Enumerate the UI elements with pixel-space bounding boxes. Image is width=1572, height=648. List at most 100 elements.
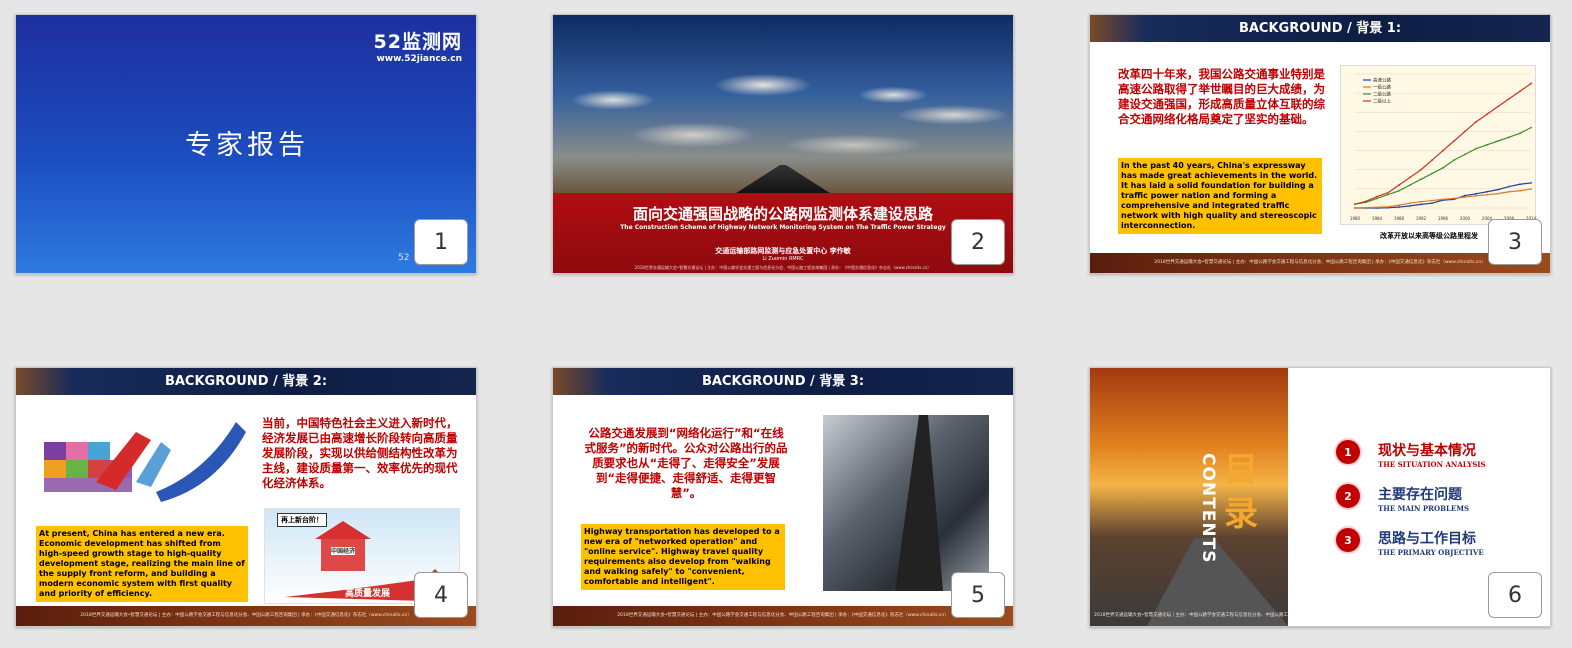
chart-point xyxy=(1464,196,1466,198)
slide-number-badge: 3 xyxy=(1488,219,1542,265)
chart-point xyxy=(1398,184,1400,186)
slide-footer-fragment: 52 xyxy=(398,253,410,263)
slide-header: BACKGROUND / 背景 2: xyxy=(16,368,476,395)
slide-header: BACKGROUND / 背景 3: xyxy=(553,368,1013,395)
chart-point xyxy=(1431,172,1433,175)
slide-footer: 2018世界交通运输大会•智慧交通论坛 | 主办：中国公路学会交通工程与信息化分… xyxy=(16,606,476,626)
slide-number-badge: 4 xyxy=(414,572,468,618)
body-text-zh: 当前，中国特色社会主义进入新时代，经济发展已由高速增长阶段转向高质量发展阶段，实… xyxy=(262,416,458,490)
chart-point xyxy=(1354,207,1356,209)
chart-point xyxy=(1497,140,1499,142)
chart-point xyxy=(1442,198,1444,201)
slide-thumbnail-2[interactable]: 面向交通强国战略的公路网监测体系建设思路 The Construction Sc… xyxy=(552,14,1014,274)
body-text-en: At present, China has entered a new era.… xyxy=(36,526,248,602)
chart-caption: 改革开放以来高等级公路里程发 xyxy=(1380,232,1478,240)
slide-thumbnail-1[interactable]: 52监测网 www.52jiance.cn 专家报告 52 1 xyxy=(15,14,477,274)
growth-chart-svg: 198019841988199219962000200420082014高速公路… xyxy=(1350,73,1537,221)
chart-point xyxy=(1508,185,1510,188)
toc-item-1[interactable]: 1 现状与基本情况 THE SITUATION ANALYSIS xyxy=(1336,440,1486,469)
chart-point xyxy=(1475,194,1477,197)
author-zh: 交通运输部路网监测与应急处置中心 李作敏 xyxy=(715,247,851,255)
puzzle-svg xyxy=(44,422,246,502)
slide-footer: 2018世界交通运输大会•智慧交通论坛 | 主办：中国公路学会交通工程与信息化分… xyxy=(1094,613,1288,618)
slide-thumbnail-3[interactable]: BACKGROUND / 背景 1: 改革四十年来，我国公路交通事业特别是高速公… xyxy=(1089,14,1551,274)
chart-legend-label: 二级以上 xyxy=(1373,98,1391,105)
toc-number: 1 xyxy=(1336,440,1360,464)
chart-point xyxy=(1398,206,1400,208)
chart-point xyxy=(1530,82,1532,85)
chart-point xyxy=(1431,199,1433,202)
growth-chart: 198019841988199219962000200420082014高速公路… xyxy=(1340,65,1537,225)
chart-point xyxy=(1464,153,1466,156)
chart-legend-label: 二级公路 xyxy=(1373,91,1391,98)
chart-point xyxy=(1486,193,1488,196)
chart-legend-label: 高速公路 xyxy=(1373,77,1391,84)
chart-point xyxy=(1376,195,1378,198)
body-text-zh: 改革四十年来，我国公路交通事业特别是高速公路取得了举世瞩目的巨大成绩，为建设交通… xyxy=(1118,67,1325,126)
chart-point xyxy=(1376,206,1378,209)
slide-title-zh: 面向交通强国战略的公路网监测体系建设思路 xyxy=(632,205,933,223)
toc-title-en: THE SITUATION ANALYSIS xyxy=(1378,460,1486,469)
chart-point xyxy=(1398,189,1400,192)
chart-point xyxy=(1464,130,1466,133)
chart-x-tick: 2000 xyxy=(1460,216,1471,221)
chart-point xyxy=(1365,206,1367,209)
slide-thumbnail-4[interactable]: BACKGROUND / 背景 2: 当前，中国特色社会主义进入新时代，经济发展… xyxy=(15,367,477,627)
slide-title: 专家报告 xyxy=(185,130,309,161)
chart-point xyxy=(1398,204,1400,207)
chart-point xyxy=(1497,105,1499,108)
chart-legend-label: 一级公路 xyxy=(1373,84,1391,91)
chart-x-tick: 1980 xyxy=(1350,216,1361,221)
slide-number-badge: 6 xyxy=(1488,572,1542,618)
chart-point xyxy=(1365,200,1367,203)
chart-point xyxy=(1420,200,1422,203)
chart-point xyxy=(1475,192,1477,195)
chart-point xyxy=(1409,176,1411,179)
chart-x-tick: 1984 xyxy=(1372,216,1383,221)
chart-point xyxy=(1464,194,1466,197)
house-sign: 中国经济 xyxy=(331,548,356,555)
mulu-title: 目录 xyxy=(1224,450,1258,534)
chart-point xyxy=(1497,188,1499,191)
chart-point xyxy=(1508,97,1510,100)
toc-item-2[interactable]: 2 主要存在问题 THE MAIN PROBLEMS xyxy=(1336,484,1469,513)
chart-point xyxy=(1431,202,1433,205)
slide-thumbnail-6[interactable]: CONTENTS 目录 1 现状与基本情况 THE SITUATION ANAL… xyxy=(1089,367,1551,627)
site-logo: 52监测网 www.52jiance.cn xyxy=(374,27,462,64)
chart-point xyxy=(1387,205,1389,208)
chart-point xyxy=(1519,90,1521,93)
slide-number-badge: 5 xyxy=(951,572,1005,618)
chart-point xyxy=(1530,188,1532,190)
chart-point xyxy=(1519,183,1521,186)
chart-point xyxy=(1497,192,1499,195)
chart-point xyxy=(1409,202,1411,205)
contents-label: CONTENTS xyxy=(1198,453,1218,564)
slide-footer: 2018世界交通运输大会•智慧交通论坛 | 主办：中国公路学会交通工程与信息化分… xyxy=(1090,253,1550,273)
toc-title-en: THE PRIMARY OBJECTIVE xyxy=(1378,548,1484,557)
chart-x-tick: 1992 xyxy=(1416,216,1427,221)
chart-point xyxy=(1420,178,1422,181)
chart-point xyxy=(1420,203,1422,206)
author-en: Li Zuomin RMRC xyxy=(762,256,804,262)
chart-point xyxy=(1387,193,1389,196)
chart-point xyxy=(1420,168,1422,171)
chart-point xyxy=(1354,203,1356,206)
chart-point xyxy=(1387,191,1389,194)
body-text-en: Highway transportation has developed to … xyxy=(581,524,785,590)
chart-point xyxy=(1409,204,1411,207)
toc-title-zh: 现状与基本情况 xyxy=(1378,443,1476,459)
chart-point xyxy=(1376,197,1378,200)
chart-x-tick: 1988 xyxy=(1394,216,1405,221)
chart-point xyxy=(1453,159,1455,162)
logo-url: www.52jiance.cn xyxy=(376,54,462,64)
slide-thumbnail-5[interactable]: BACKGROUND / 背景 3: 公路交通发展到“网络化运行”和“在线式服务… xyxy=(552,367,1014,627)
slide-number-badge: 2 xyxy=(951,219,1005,265)
chart-point xyxy=(1409,184,1411,186)
puzzle-illustration xyxy=(36,412,246,510)
chart-point xyxy=(1453,197,1455,200)
slide-title-en: The Construction Scheme of Highway Netwo… xyxy=(620,224,946,231)
chart-point xyxy=(1442,166,1444,169)
arrow-label: 高质量发展 xyxy=(345,589,391,599)
toc-item-3[interactable]: 3 思路与工作目标 THE PRIMARY OBJECTIVE xyxy=(1336,528,1484,557)
chart-point xyxy=(1475,147,1477,150)
